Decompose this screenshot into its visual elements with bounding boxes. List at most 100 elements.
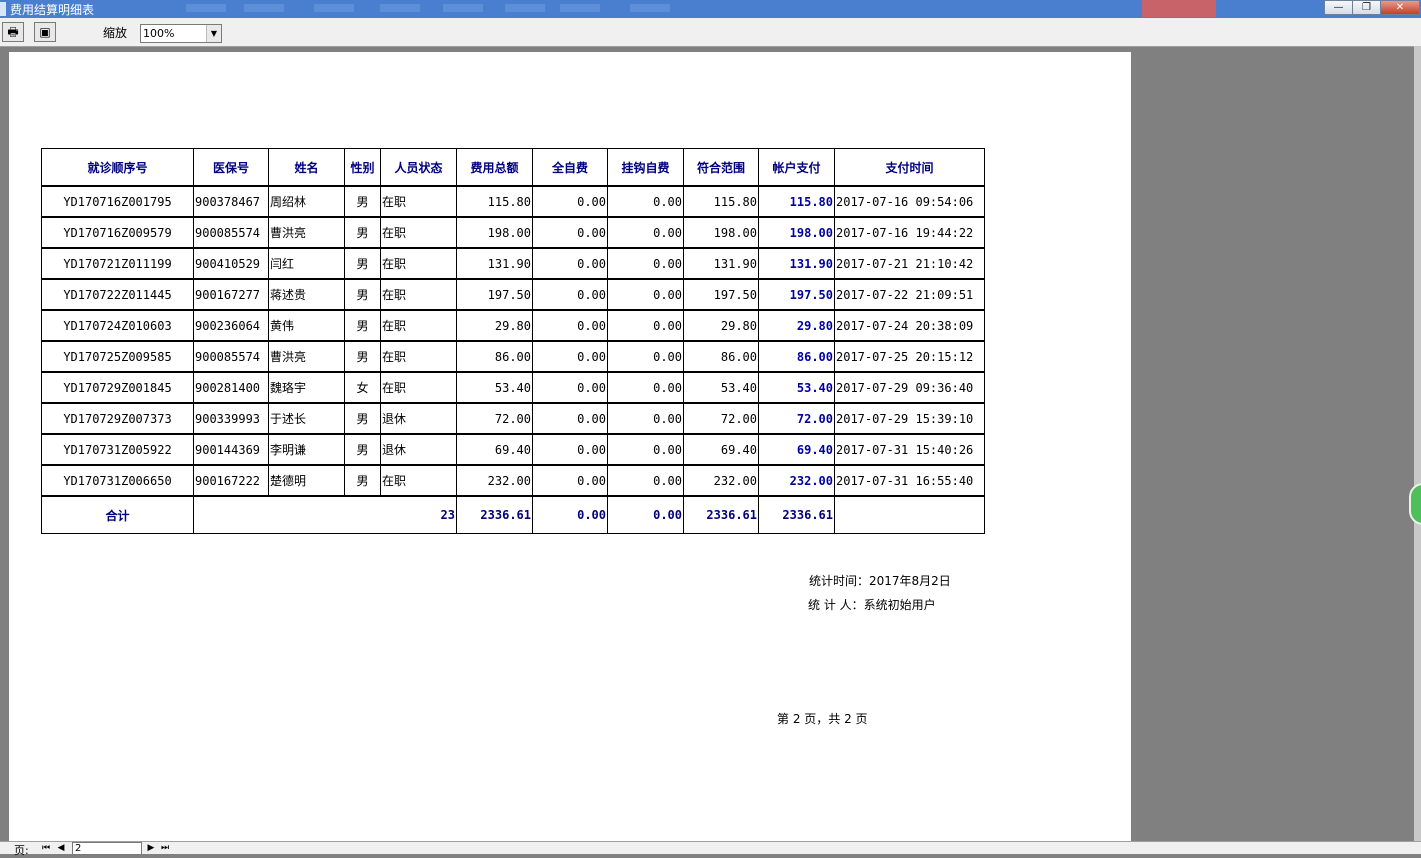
pay-time-cell: 2017-07-25 20:15:12	[834, 340, 985, 373]
total-amount: 2336.61	[456, 495, 533, 534]
total-count: 23	[193, 495, 457, 534]
visit-number-cell: YD170722Z011445	[41, 278, 194, 311]
minimize-button[interactable]: —	[1324, 0, 1353, 15]
patient-name-cell: 闫红	[268, 247, 345, 280]
column-header: 帐户支付	[758, 148, 835, 187]
close-button[interactable]: ✕	[1380, 0, 1420, 15]
last-page-button[interactable]: ⏭	[159, 842, 171, 854]
background-menu-item	[630, 4, 670, 12]
personnel-status-cell: 在职	[380, 340, 457, 373]
visit-number-cell: YD170731Z005922	[41, 433, 194, 466]
table-row: YD170716Z009579 900085574 曹洪亮男在职 198.00 0.00…	[41, 216, 985, 249]
pay-time-cell: 2017-07-29 15:39:10	[834, 402, 985, 435]
gender-cell: 女	[344, 371, 381, 404]
total-in-scope: 2336.61	[683, 495, 759, 534]
column-header: 费用总额	[456, 148, 533, 187]
linked-self-pay-cell: 0.00	[607, 371, 684, 404]
visit-number-cell: YD170724Z010603	[41, 309, 194, 342]
personnel-status-cell: 退休	[380, 402, 457, 435]
background-menu-item	[314, 4, 354, 12]
account-pay-cell: 29.80	[758, 309, 835, 342]
stat-person: 统 计 人：系统初始用户	[808, 598, 936, 612]
chevron-down-icon[interactable]: ▼	[206, 25, 221, 42]
bottom-nav-bar: 页: ⏮ ◀ 2 ▶ ⏭	[0, 841, 1421, 857]
personnel-status-cell: 在职	[380, 247, 457, 280]
background-menu-item	[505, 4, 545, 12]
total-amount-cell: 232.00	[456, 464, 533, 497]
column-header: 姓名	[268, 148, 345, 187]
column-header: 性别	[344, 148, 381, 187]
total-amount-cell: 198.00	[456, 216, 533, 249]
self-pay-cell: 0.00	[532, 340, 608, 373]
linked-self-pay-cell: 0.00	[607, 309, 684, 342]
background-menu-item	[186, 4, 226, 12]
gender-cell: 男	[344, 185, 381, 218]
account-pay-cell: 69.40	[758, 433, 835, 466]
patient-name-cell: 于述长	[268, 402, 345, 435]
table-row: YD170722Z011445 900167277 蒋述贵男在职 197.50 0.00…	[41, 278, 985, 311]
printer-icon: 🖶	[7, 25, 19, 39]
zoom-select[interactable]: 100% ▼	[140, 24, 222, 43]
restore-button[interactable]: ❐	[1352, 0, 1381, 15]
patient-name-cell: 楚德明	[268, 464, 345, 497]
self-pay-cell: 0.00	[532, 247, 608, 280]
linked-self-pay-cell: 0.00	[607, 433, 684, 466]
table-row: YD170731Z006650 900167222 楚德明男在职 232.00 0.00…	[41, 464, 985, 497]
insurance-number-cell: 900144369	[193, 433, 269, 466]
zoom-label: 缩放	[103, 26, 128, 40]
pay-time-cell: 2017-07-24 20:38:09	[834, 309, 985, 342]
self-pay-cell: 0.00	[532, 464, 608, 497]
in-scope-amount-cell: 53.40	[683, 371, 759, 404]
export-button[interactable]: ▣	[34, 22, 56, 42]
print-button[interactable]: 🖶	[2, 22, 24, 42]
next-page-button[interactable]: ▶	[145, 842, 157, 854]
personnel-status-cell: 在职	[380, 278, 457, 311]
insurance-number-cell: 900410529	[193, 247, 269, 280]
pay-time-cell: 2017-07-16 19:44:22	[834, 216, 985, 249]
insurance-number-cell: 900339993	[193, 402, 269, 435]
stat-time: 统计时间：2017年8月2日	[809, 574, 951, 588]
total-label: 合计	[41, 495, 194, 534]
total-amount-cell: 197.50	[456, 278, 533, 311]
column-header: 全自费	[532, 148, 608, 187]
patient-name-cell: 魏珞宇	[268, 371, 345, 404]
page-number-input[interactable]: 2	[72, 842, 142, 855]
total-empty-cell	[834, 495, 985, 534]
account-pay-cell: 86.00	[758, 340, 835, 373]
table-row: YD170721Z011199 900410529 闫红男在职 131.90 0.00 0…	[41, 247, 985, 280]
in-scope-amount-cell: 29.80	[683, 309, 759, 342]
total-amount-cell: 86.00	[456, 340, 533, 373]
column-header: 符合范围	[683, 148, 759, 187]
pay-time-cell: 2017-07-16 09:54:06	[834, 185, 985, 218]
export-icon: ▣	[39, 25, 51, 39]
total-amount-cell: 29.80	[456, 309, 533, 342]
total-amount-cell: 69.40	[456, 433, 533, 466]
insurance-number-cell: 900085574	[193, 340, 269, 373]
visit-number-cell: YD170729Z001845	[41, 371, 194, 404]
in-scope-amount-cell: 232.00	[683, 464, 759, 497]
vertical-scrollbar[interactable]	[1414, 46, 1421, 841]
personnel-status-cell: 在职	[380, 464, 457, 497]
in-scope-amount-cell: 198.00	[683, 216, 759, 249]
pay-time-cell: 2017-07-31 16:55:40	[834, 464, 985, 497]
gender-cell: 男	[344, 402, 381, 435]
table-row: YD170716Z001795 900378467 周绍林男在职 115.80 0.00…	[41, 185, 985, 218]
first-page-button[interactable]: ⏮	[40, 842, 52, 854]
table-row: YD170724Z010603 900236064 黄伟男在职 29.80 0.00 0.…	[41, 309, 985, 342]
visit-number-cell: YD170716Z009579	[41, 216, 194, 249]
gender-cell: 男	[344, 433, 381, 466]
gender-cell: 男	[344, 464, 381, 497]
floating-assistant-icon[interactable]	[1409, 483, 1421, 525]
total-amount-cell: 131.90	[456, 247, 533, 280]
insurance-number-cell: 900378467	[193, 185, 269, 218]
prev-page-button[interactable]: ◀	[55, 842, 67, 854]
background-red-button	[1142, 0, 1216, 17]
linked-self-pay-cell: 0.00	[607, 340, 684, 373]
column-header: 人员状态	[380, 148, 457, 187]
linked-self-pay-cell: 0.00	[607, 185, 684, 218]
gender-cell: 男	[344, 278, 381, 311]
settlement-table: 就诊顺序号 医保号 姓名 性别 人员状态 费用总额 全自费 挂钩自费 符合范围 …	[41, 148, 985, 534]
window-title: 费用结算明细表	[10, 3, 95, 17]
total-amount-cell: 115.80	[456, 185, 533, 218]
linked-self-pay-cell: 0.00	[607, 216, 684, 249]
